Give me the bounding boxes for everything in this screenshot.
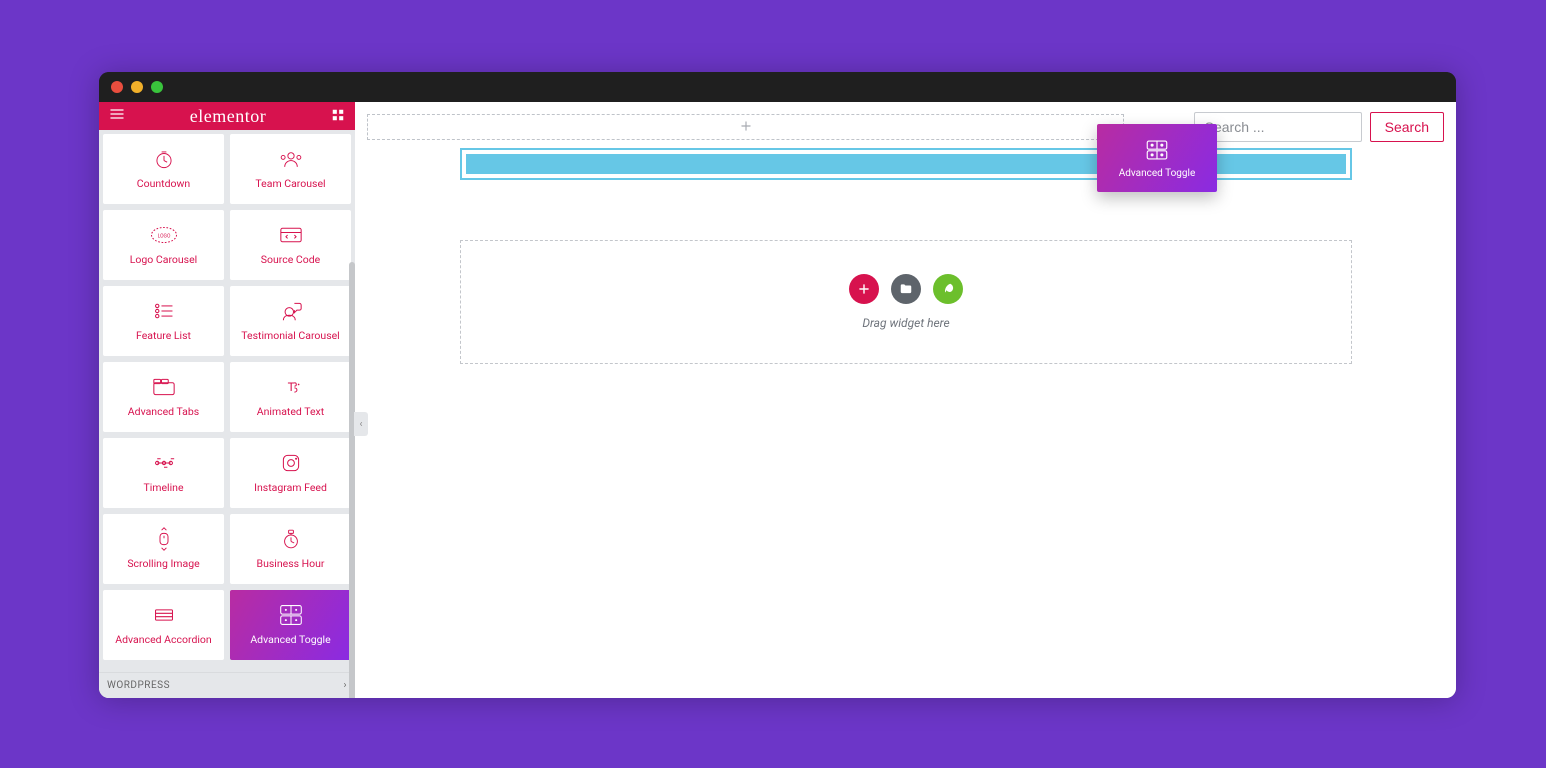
window-close-dot[interactable]	[111, 81, 123, 93]
widget-scrolling-image[interactable]: Scrolling Image	[103, 514, 224, 584]
widget-source-code[interactable]: Source Code	[230, 210, 351, 280]
widget-advanced-tabs[interactable]: Advanced Tabs	[103, 362, 224, 432]
sidebar-collapse-handle[interactable]: ‹	[354, 412, 368, 436]
section-wordpress[interactable]: WORDPRESS ›	[99, 672, 355, 698]
editor-canvas: ‹ Search	[355, 102, 1456, 698]
app-window: elementor Countdown Team Carousel LOGO Logo…	[99, 72, 1456, 698]
add-section-button[interactable]	[849, 274, 879, 304]
widget-label: Testimonial Carousel	[241, 330, 339, 342]
widget-testimonial-carousel[interactable]: Testimonial Carousel	[230, 286, 351, 356]
add-section-bar[interactable]	[367, 114, 1124, 140]
widget-timeline[interactable]: Timeline	[103, 438, 224, 508]
menu-icon[interactable]	[109, 106, 125, 126]
widget-team-carousel[interactable]: Team Carousel	[230, 134, 351, 204]
template-library-button[interactable]	[891, 274, 921, 304]
accordion-icon	[150, 602, 178, 628]
widget-label: Instagram Feed	[254, 482, 327, 494]
drop-indicator	[466, 154, 1346, 174]
search-input[interactable]	[1194, 112, 1362, 142]
window-min-dot[interactable]	[131, 81, 143, 93]
widget-business-hour[interactable]: Business Hour	[230, 514, 351, 584]
countdown-icon	[150, 146, 178, 172]
toggle-icon	[277, 602, 305, 628]
widget-label: Source Code	[261, 254, 320, 266]
chevron-right-icon: ›	[343, 680, 347, 691]
widget-label: Advanced Tabs	[128, 406, 199, 418]
sidebar-header: elementor	[99, 102, 355, 130]
widget-sidebar: elementor Countdown Team Carousel LOGO Logo…	[99, 102, 355, 698]
svg-text:T: T	[287, 380, 294, 394]
widget-instagram-feed[interactable]: Instagram Feed	[230, 438, 351, 508]
search-wrap: Search	[1194, 112, 1444, 142]
widget-label: Scrolling Image	[127, 558, 199, 570]
section-label: WORDPRESS	[107, 680, 170, 691]
team-icon	[277, 146, 305, 172]
svg-text:LOGO: LOGO	[157, 234, 170, 240]
empty-section[interactable]: Drag widget here	[460, 240, 1352, 364]
app-title: elementor	[190, 106, 266, 127]
plus-icon	[739, 118, 753, 137]
widget-animated-text[interactable]: T Animated Text	[230, 362, 351, 432]
widget-advanced-toggle[interactable]: Advanced Toggle	[230, 590, 351, 660]
widget-label: Advanced Toggle	[250, 634, 330, 646]
widget-label: Timeline	[143, 482, 183, 494]
widget-label: Logo Carousel	[130, 254, 197, 266]
search-button[interactable]: Search	[1370, 112, 1444, 142]
section-actions	[849, 274, 963, 304]
list-icon	[150, 298, 178, 324]
widget-advanced-accordion[interactable]: Advanced Accordion	[103, 590, 224, 660]
tabs-icon	[150, 374, 178, 400]
instagram-icon	[278, 450, 304, 476]
widget-countdown[interactable]: Countdown	[103, 134, 224, 204]
logo-icon: LOGO	[149, 222, 179, 248]
widget-logo-carousel[interactable]: LOGO Logo Carousel	[103, 210, 224, 280]
drop-hint-text: Drag widget here	[862, 316, 949, 330]
scroll-image-icon	[152, 526, 176, 552]
grid-icon[interactable]	[331, 107, 345, 126]
business-hour-icon	[279, 526, 303, 552]
active-drop-zone[interactable]	[460, 148, 1352, 180]
widget-feature-list[interactable]: Feature List	[103, 286, 224, 356]
code-icon	[277, 222, 305, 248]
widget-label: Advanced Accordion	[115, 634, 211, 646]
widget-label: Feature List	[136, 330, 191, 342]
widget-label: Business Hour	[257, 558, 325, 570]
animated-text-icon: T	[277, 374, 305, 400]
testimonial-icon	[277, 298, 305, 324]
widget-label: Animated Text	[257, 406, 324, 418]
widget-grid: Countdown Team Carousel LOGO Logo Carousel S…	[99, 130, 355, 672]
window-zoom-dot[interactable]	[151, 81, 163, 93]
envato-button[interactable]	[933, 274, 963, 304]
timeline-icon	[150, 450, 178, 476]
widget-label: Team Carousel	[255, 178, 325, 190]
window-titlebar	[99, 72, 1456, 102]
widget-label: Countdown	[137, 178, 190, 190]
